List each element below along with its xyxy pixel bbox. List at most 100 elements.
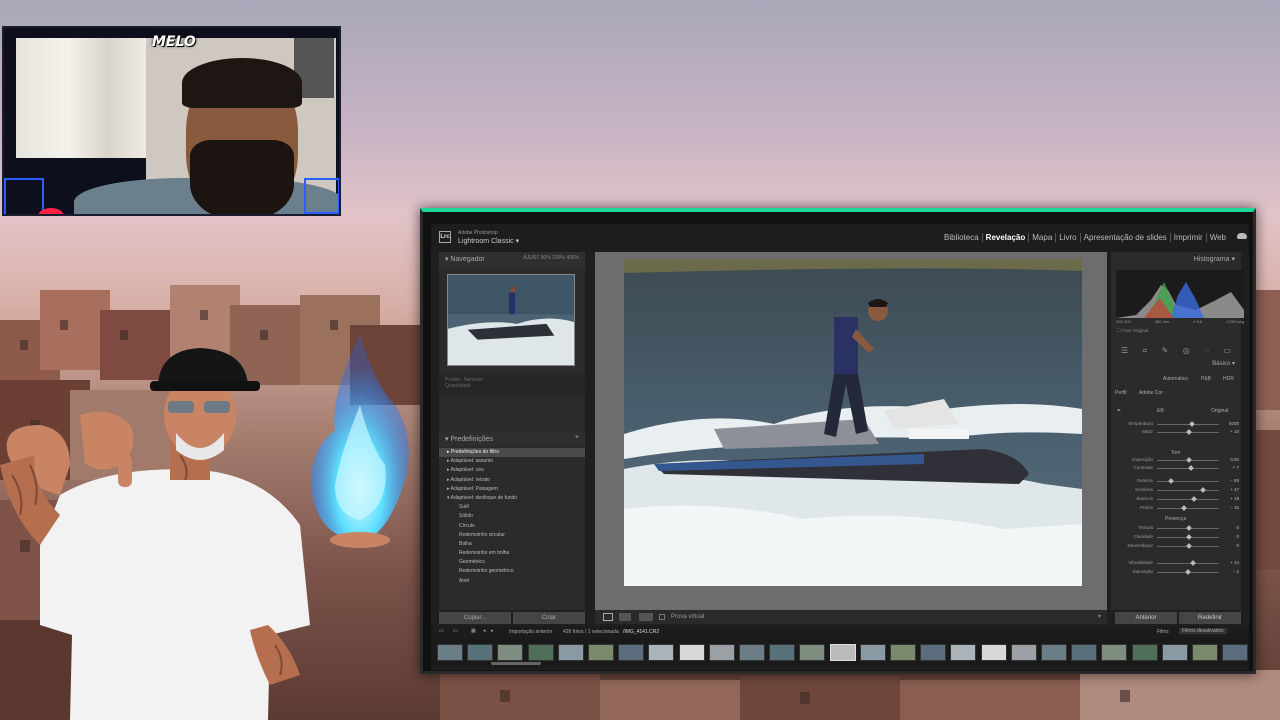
preset-item[interactable]: Sutil	[439, 503, 585, 512]
preset-item[interactable]: ▸ Adaptável: retrato	[439, 476, 585, 485]
filmstrip-thumbnail[interactable]	[980, 644, 1007, 661]
filmstrip-thumbnail[interactable]	[739, 644, 765, 661]
filmstrip-thumbnail[interactable]	[1041, 644, 1067, 661]
previous-button[interactable]: Anterior	[1115, 612, 1177, 624]
navigator-header[interactable]: ▾ Navegador AJUST 50% 100% 400%	[439, 252, 585, 266]
add-preset-icon[interactable]: +	[575, 434, 579, 441]
treatment-hdr[interactable]: HDR	[1223, 376, 1234, 382]
paste-button[interactable]: Colar	[513, 612, 585, 624]
loupe-view-icon[interactable]	[603, 613, 613, 621]
slider-knob[interactable]	[1186, 429, 1192, 435]
preset-item[interactable]: ▸ Adaptável: assunto	[439, 457, 585, 466]
eyedropper-icon[interactable]: ✒	[1117, 408, 1121, 414]
preset-item[interactable]: Redemoinho em bolha	[439, 549, 585, 558]
module-tab[interactable]: Biblioteca	[941, 233, 983, 242]
slider-knob[interactable]	[1186, 525, 1192, 531]
preset-item[interactable]: ▾ Adaptável: desfoque de fundo	[439, 494, 585, 503]
slider-knob[interactable]	[1187, 465, 1194, 471]
presets-header[interactable]: ▾ Predefinições +	[439, 432, 585, 446]
filmstrip-thumbnail[interactable]	[588, 644, 614, 661]
basic-header[interactable]: Básico ▾	[1212, 360, 1235, 367]
filmstrip-thumbnail[interactable]	[1101, 644, 1128, 661]
filmstrip-thumbnail[interactable]	[1192, 644, 1218, 661]
copy-button[interactable]: Copiar...	[439, 612, 511, 624]
filmstrip-thumbnail[interactable]	[920, 644, 947, 661]
filmstrip-thumbnail[interactable]	[1010, 644, 1037, 661]
forward-icon[interactable]: ▸	[491, 628, 494, 634]
profile-select[interactable]: Adobe Cor	[1139, 390, 1163, 396]
filmstrip-thumbnail[interactable]	[799, 644, 826, 661]
preset-item[interactable]: Redemoinho circular	[439, 531, 585, 540]
slider-value[interactable]: 0,00	[1223, 457, 1239, 462]
preset-item[interactable]: Sólido	[439, 512, 585, 521]
graduated-filter-icon[interactable]: ▭	[1223, 346, 1231, 356]
back-icon[interactable]: ◂	[483, 628, 486, 634]
filmstrip-thumbnail[interactable]	[829, 644, 856, 661]
filmstrip-thumbnail[interactable]	[890, 644, 916, 661]
slider-knob[interactable]	[1190, 496, 1197, 502]
wb-select[interactable]: Original	[1211, 408, 1228, 414]
slider-track[interactable]	[1157, 569, 1219, 575]
filmstrip-scrollbar[interactable]	[491, 662, 541, 665]
slider-track[interactable]	[1157, 534, 1219, 540]
slider-track[interactable]	[1157, 429, 1219, 435]
preset-item[interactable]: Geométrico	[439, 558, 585, 567]
toolbar-chevron-icon[interactable]: ▾	[1098, 613, 1101, 620]
slider-track[interactable]	[1157, 421, 1219, 427]
monitor-1-icon[interactable]: ▭	[439, 628, 444, 634]
app-title[interactable]: Lightroom Classic ▾	[458, 237, 519, 245]
preset-item[interactable]: Anel	[439, 577, 585, 586]
filmstrip-source[interactable]: Importação anterior	[509, 629, 552, 635]
preset-item[interactable]: Redemoinho geométrico	[439, 567, 585, 576]
preset-item[interactable]: Bolha	[439, 540, 585, 549]
slider-value[interactable]: − 59	[1223, 478, 1239, 483]
before-after-icon[interactable]	[619, 613, 631, 621]
slider-track[interactable]	[1157, 560, 1219, 566]
navigator-zoom-options[interactable]: AJUST 50% 100% 400%	[524, 255, 580, 261]
treatment-bw[interactable]: P&B	[1201, 376, 1211, 382]
slider-knob[interactable]	[1199, 487, 1206, 493]
slider-value[interactable]: − 15	[1223, 505, 1239, 510]
filmstrip-thumbnail[interactable]	[859, 644, 886, 661]
filmstrip-thumbnail[interactable]	[1161, 644, 1188, 661]
treatment-auto[interactable]: Automático	[1163, 376, 1188, 382]
slider-track[interactable]	[1157, 478, 1219, 484]
mask-icon[interactable]: ◌	[1204, 346, 1209, 356]
slider-knob[interactable]	[1190, 560, 1197, 566]
slider-value[interactable]: + 14	[1223, 560, 1239, 565]
slider-value[interactable]: + 10	[1223, 429, 1239, 434]
slider-knob[interactable]	[1186, 534, 1192, 540]
filmstrip-thumbnail[interactable]	[769, 644, 796, 661]
proof-checkbox[interactable]	[659, 614, 665, 620]
slider-track[interactable]	[1157, 525, 1219, 531]
slider-knob[interactable]	[1186, 543, 1192, 549]
compare-icon[interactable]	[639, 613, 653, 621]
module-tab[interactable]: Web	[1207, 233, 1229, 242]
histogram-header[interactable]: Histograma ▾	[1194, 255, 1235, 263]
slider-value[interactable]: + 18	[1223, 496, 1239, 501]
reset-button[interactable]: Redefinir	[1179, 612, 1241, 624]
slider-value[interactable]: 5000	[1223, 421, 1239, 426]
filmstrip-thumbnail[interactable]	[527, 644, 554, 661]
filmstrip-thumbnail[interactable]	[618, 644, 645, 661]
module-tab[interactable]: Imprimir	[1171, 233, 1207, 242]
slider-value[interactable]: + 7	[1223, 465, 1239, 470]
cloud-icon[interactable]	[1237, 233, 1247, 239]
sliders-icon[interactable]: ☰	[1121, 346, 1128, 356]
slider-value[interactable]: 0	[1223, 534, 1239, 539]
preset-item[interactable]: ▸ Adaptável: Paisagem	[439, 485, 585, 494]
preset-item[interactable]: ▸ Predefinições do filtro	[439, 448, 585, 458]
filmstrip-thumbnail[interactable]	[437, 644, 463, 661]
filmstrip-thumbnail[interactable]	[1071, 644, 1098, 661]
filmstrip-thumbnail[interactable]	[467, 644, 494, 661]
preset-item[interactable]: Círculo	[439, 522, 585, 531]
preset-item[interactable]: ▸ Adaptável: céu	[439, 466, 585, 475]
slider-track[interactable]	[1157, 465, 1219, 471]
module-tab[interactable]: Apresentação de slides	[1081, 233, 1171, 242]
heal-icon[interactable]: ✎	[1162, 346, 1169, 356]
monitor-2-icon[interactable]: ▭	[453, 628, 458, 634]
filmstrip-thumbnail[interactable]	[648, 644, 675, 661]
module-tab[interactable]: Revelação	[983, 233, 1030, 242]
slider-track[interactable]	[1157, 505, 1219, 511]
slider-value[interactable]: + 47	[1223, 487, 1239, 492]
